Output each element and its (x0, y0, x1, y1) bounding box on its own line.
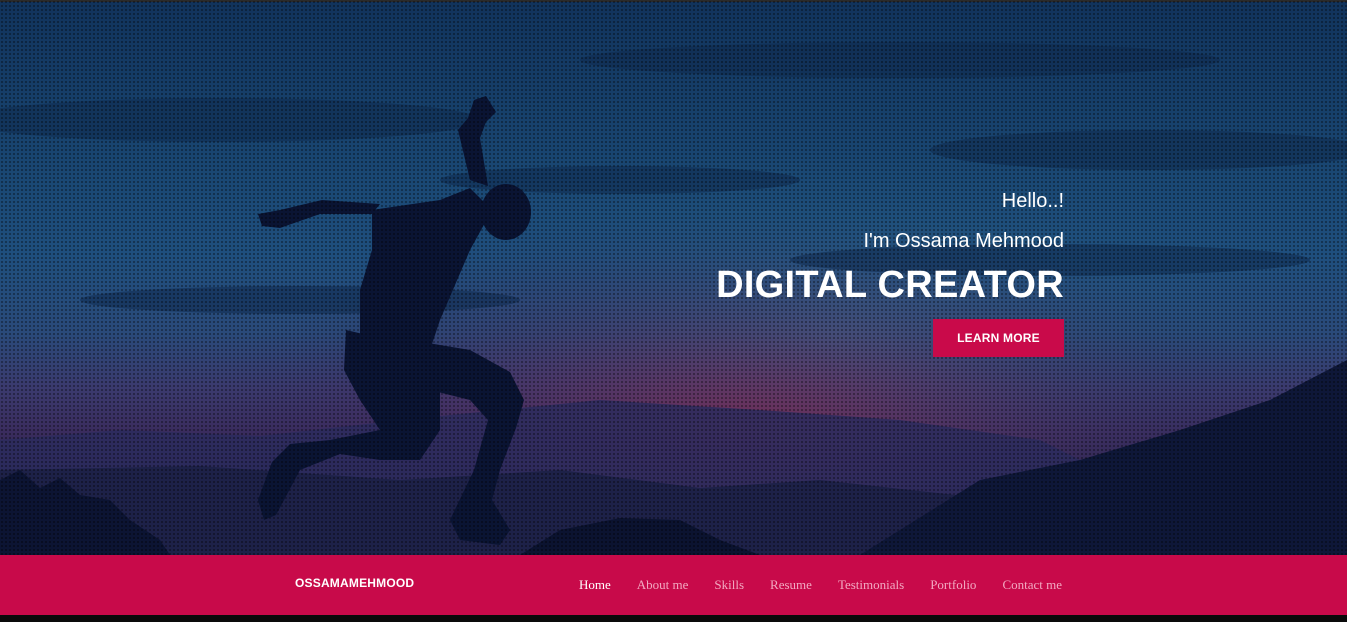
learn-more-button[interactable]: LEARN MORE (933, 319, 1064, 357)
nav-item-testimonials[interactable]: Testimonials (838, 577, 904, 593)
hero-background-image (0, 0, 1347, 555)
nav-item-home[interactable]: Home (579, 577, 611, 593)
brand-logo[interactable]: OSSAMAMEHMOOD (295, 576, 414, 590)
nav-item-skills[interactable]: Skills (714, 577, 744, 593)
main-navbar: OSSAMAMEHMOOD Home About me Skills Resum… (0, 555, 1347, 615)
nav-item-about-me[interactable]: About me (637, 577, 689, 593)
hero-headline: DIGITAL CREATOR (716, 264, 1064, 306)
hero-intro: I'm Ossama Mehmood (863, 230, 1064, 252)
hero-greeting: Hello..! (1001, 190, 1064, 212)
hero-section: Hello..! I'm Ossama Mehmood DIGITAL CREA… (0, 0, 1347, 555)
nav-menu: Home About me Skills Resume Testimonials… (579, 577, 1088, 593)
nav-item-portfolio[interactable]: Portfolio (930, 577, 976, 593)
bottom-strip (0, 615, 1347, 622)
nav-item-resume[interactable]: Resume (770, 577, 812, 593)
hero-text-block: Hello..! I'm Ossama Mehmood DIGITAL CREA… (716, 186, 1064, 357)
nav-item-contact-me[interactable]: Contact me (1002, 577, 1062, 593)
